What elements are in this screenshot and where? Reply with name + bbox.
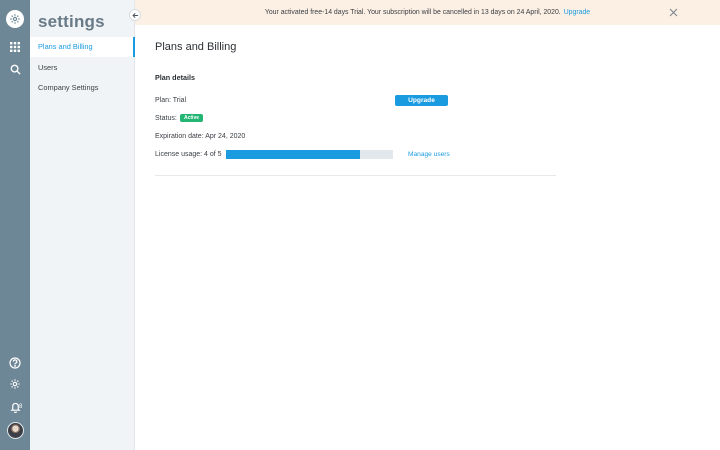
status-badge: Active — [180, 114, 204, 122]
status-label: Status: — [155, 115, 177, 122]
settings-logo-icon[interactable] — [0, 10, 30, 28]
license-usage-label: License usage: 4 of 5 — [155, 151, 222, 158]
divider — [155, 175, 556, 176]
expiration-date: Expiration date: Apr 24, 2020 — [155, 133, 246, 140]
settings-sidebar: settings Plans and Billing Users Company… — [30, 0, 135, 450]
license-usage-fill — [226, 150, 360, 159]
page-title: Plans and Billing — [155, 41, 237, 53]
notification-count: 8 — [19, 404, 23, 410]
help-icon[interactable] — [0, 357, 30, 369]
close-icon[interactable] — [668, 7, 679, 18]
notifications-button[interactable]: 8 — [0, 400, 30, 414]
plan-details-heading: Plan details — [155, 73, 195, 82]
upgrade-button[interactable]: Upgrade — [395, 95, 448, 106]
apps-grid-icon[interactable] — [0, 42, 30, 52]
sidebar-title: settings — [38, 12, 105, 31]
nav-rail: 8 — [0, 0, 30, 450]
manage-users-link[interactable]: Manage users — [408, 151, 450, 158]
sidebar-item-users[interactable]: Users — [30, 58, 135, 78]
gear-icon[interactable] — [0, 378, 30, 390]
search-icon[interactable] — [0, 64, 30, 75]
avatar[interactable] — [0, 422, 30, 439]
license-usage-bar — [226, 150, 393, 159]
banner-message: Your activated free-14 days Trial. Your … — [264, 9, 561, 16]
collapse-sidebar-button[interactable] — [129, 9, 141, 21]
sidebar-item-plans-and-billing[interactable]: Plans and Billing — [30, 37, 135, 57]
sidebar-item-company-settings[interactable]: Company Settings — [30, 78, 135, 98]
plan-label: Plan: Trial — [155, 97, 187, 104]
banner-upgrade-link[interactable]: Upgrade — [564, 9, 590, 16]
trial-banner: Your activated free-14 days Trial. Your … — [135, 0, 720, 25]
arrow-left-icon — [131, 12, 138, 18]
